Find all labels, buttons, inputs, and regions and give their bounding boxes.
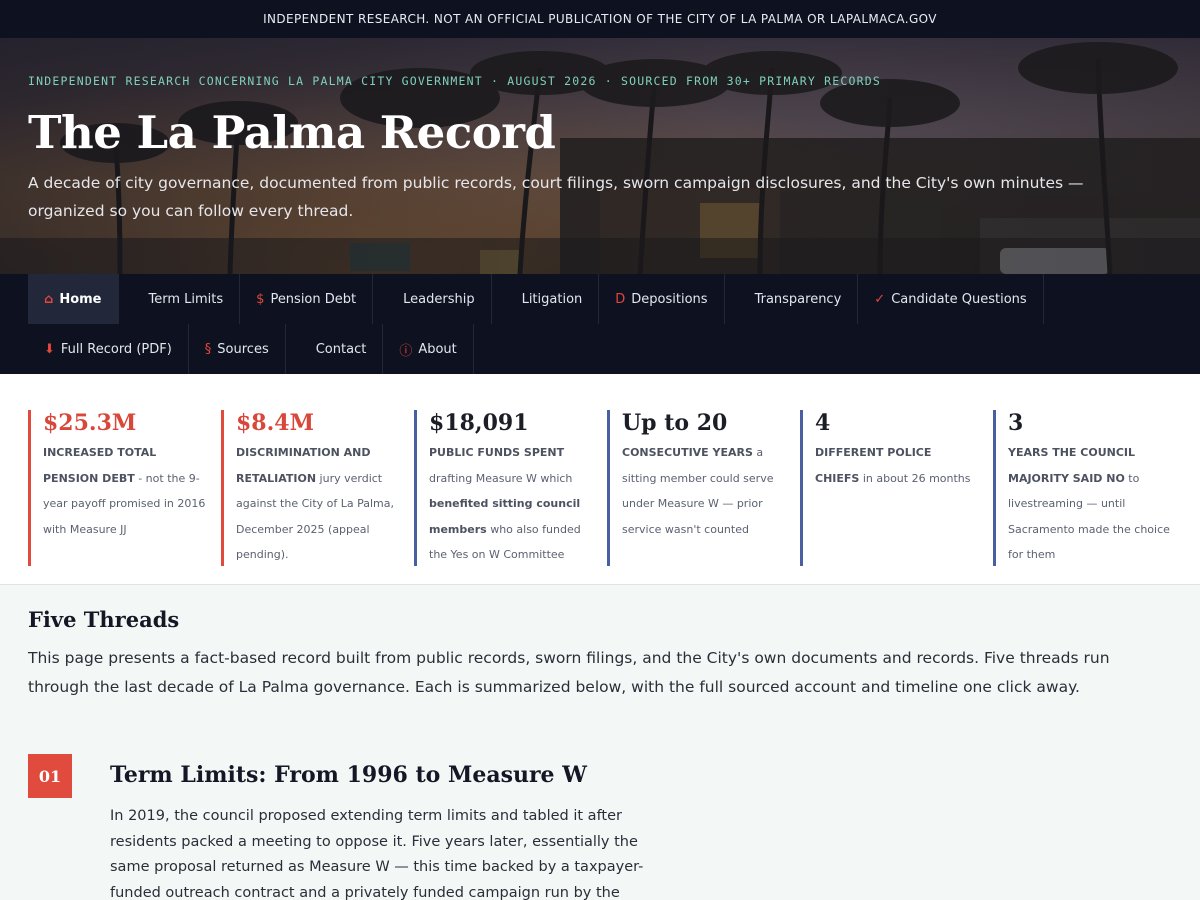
nav-contact[interactable]: Contact bbox=[286, 324, 384, 374]
stat-card: $8.4M DISCRIMINATION AND RETALIATION jur… bbox=[221, 410, 400, 566]
main-nav: ⌂ Home Term Limits $ Pension Debt Leadersh… bbox=[0, 274, 1200, 374]
hero-kicker: INDEPENDENT RESEARCH CONCERNING LA PALMA… bbox=[28, 74, 881, 88]
nav-depositions[interactable]: D Depositions bbox=[599, 274, 725, 324]
stat-number: 4 bbox=[815, 410, 831, 436]
thread-title[interactable]: Term Limits: From 1996 to Measure W bbox=[110, 762, 670, 788]
nav-candidate-questions[interactable]: ✓ Candidate Questions bbox=[858, 274, 1044, 324]
stat-card: $18,091 PUBLIC FUNDS SPENT drafting Meas… bbox=[414, 410, 593, 566]
deposition-icon: D bbox=[615, 291, 626, 307]
nav-litigation[interactable]: Litigation bbox=[492, 274, 600, 324]
stat-card: 4 DIFFERENT POLICE CHIEFS in about 26 mo… bbox=[800, 410, 979, 566]
stat-description: CONSECUTIVE YEARS a sitting member could… bbox=[622, 446, 774, 536]
disclaimer-text: INDEPENDENT RESEARCH. NOT AN OFFICIAL PU… bbox=[263, 12, 937, 26]
home-icon: ⌂ bbox=[44, 291, 54, 307]
section-icon: § bbox=[204, 341, 212, 357]
stat-card: $25.3M INCREASED TOTAL PENSION DEBT - no… bbox=[28, 410, 207, 566]
key-stats: $25.3M INCREASED TOTAL PENSION DEBT - no… bbox=[0, 374, 1200, 585]
stat-card: Up to 20 CONSECUTIVE YEARS a sitting mem… bbox=[607, 410, 786, 566]
stat-number: $18,091 bbox=[429, 410, 529, 436]
nav-pension-debt[interactable]: $ Pension Debt bbox=[240, 274, 374, 324]
section-heading: Five Threads bbox=[28, 607, 180, 632]
stat-description: INCREASED TOTAL PENSION DEBT - not the 9… bbox=[43, 446, 206, 536]
check-icon: ✓ bbox=[874, 291, 886, 307]
download-icon: ⬇ bbox=[44, 341, 55, 357]
section-intro: This page presents a fact-based record b… bbox=[28, 649, 1110, 696]
stat-description: YEARS THE COUNCIL MAJORITY SAID NO to li… bbox=[1008, 446, 1170, 561]
site-subtitle: A decade of city governance, documented … bbox=[28, 174, 1084, 220]
thread-item: 01 Term Limits: From 1996 to Measure W I… bbox=[28, 754, 1172, 900]
five-threads-section: Five Threads This page presents a fact-b… bbox=[0, 585, 1200, 900]
nav-home[interactable]: ⌂ Home bbox=[28, 274, 119, 324]
stat-number: $8.4M bbox=[236, 410, 314, 436]
stat-description: DIFFERENT POLICE CHIEFS in about 26 mont… bbox=[815, 446, 971, 485]
hero: INDEPENDENT RESEARCH CONCERNING LA PALMA… bbox=[0, 38, 1200, 274]
nav-full-record-pdf[interactable]: ⬇ Full Record (PDF) bbox=[28, 324, 189, 374]
dollar-icon: $ bbox=[256, 291, 265, 307]
stat-number: $25.3M bbox=[43, 410, 137, 436]
nav-transparency[interactable]: Transparency bbox=[725, 274, 859, 324]
thread-summary: In 2019, the council proposed extending … bbox=[110, 808, 644, 900]
thread-number-badge: 01 bbox=[28, 754, 72, 798]
disclaimer-banner: INDEPENDENT RESEARCH. NOT AN OFFICIAL PU… bbox=[0, 0, 1200, 38]
nav-about[interactable]: ⓘ About bbox=[383, 324, 474, 374]
stat-number: 3 bbox=[1008, 410, 1024, 436]
stat-description: DISCRIMINATION AND RETALIATION jury verd… bbox=[236, 446, 394, 561]
site-title: The La Palma Record bbox=[28, 106, 556, 159]
nav-sources[interactable]: § Sources bbox=[189, 324, 286, 374]
stat-description: PUBLIC FUNDS SPENT drafting Measure W wh… bbox=[429, 446, 581, 561]
stat-card: 3 YEARS THE COUNCIL MAJORITY SAID NO to … bbox=[993, 410, 1172, 566]
info-icon: ⓘ bbox=[399, 343, 413, 359]
hero-content: INDEPENDENT RESEARCH CONCERNING LA PALMA… bbox=[28, 74, 1160, 225]
nav-leadership[interactable]: Leadership bbox=[373, 274, 492, 324]
nav-term-limits[interactable]: Term Limits bbox=[119, 274, 241, 324]
stat-number: Up to 20 bbox=[622, 410, 728, 436]
